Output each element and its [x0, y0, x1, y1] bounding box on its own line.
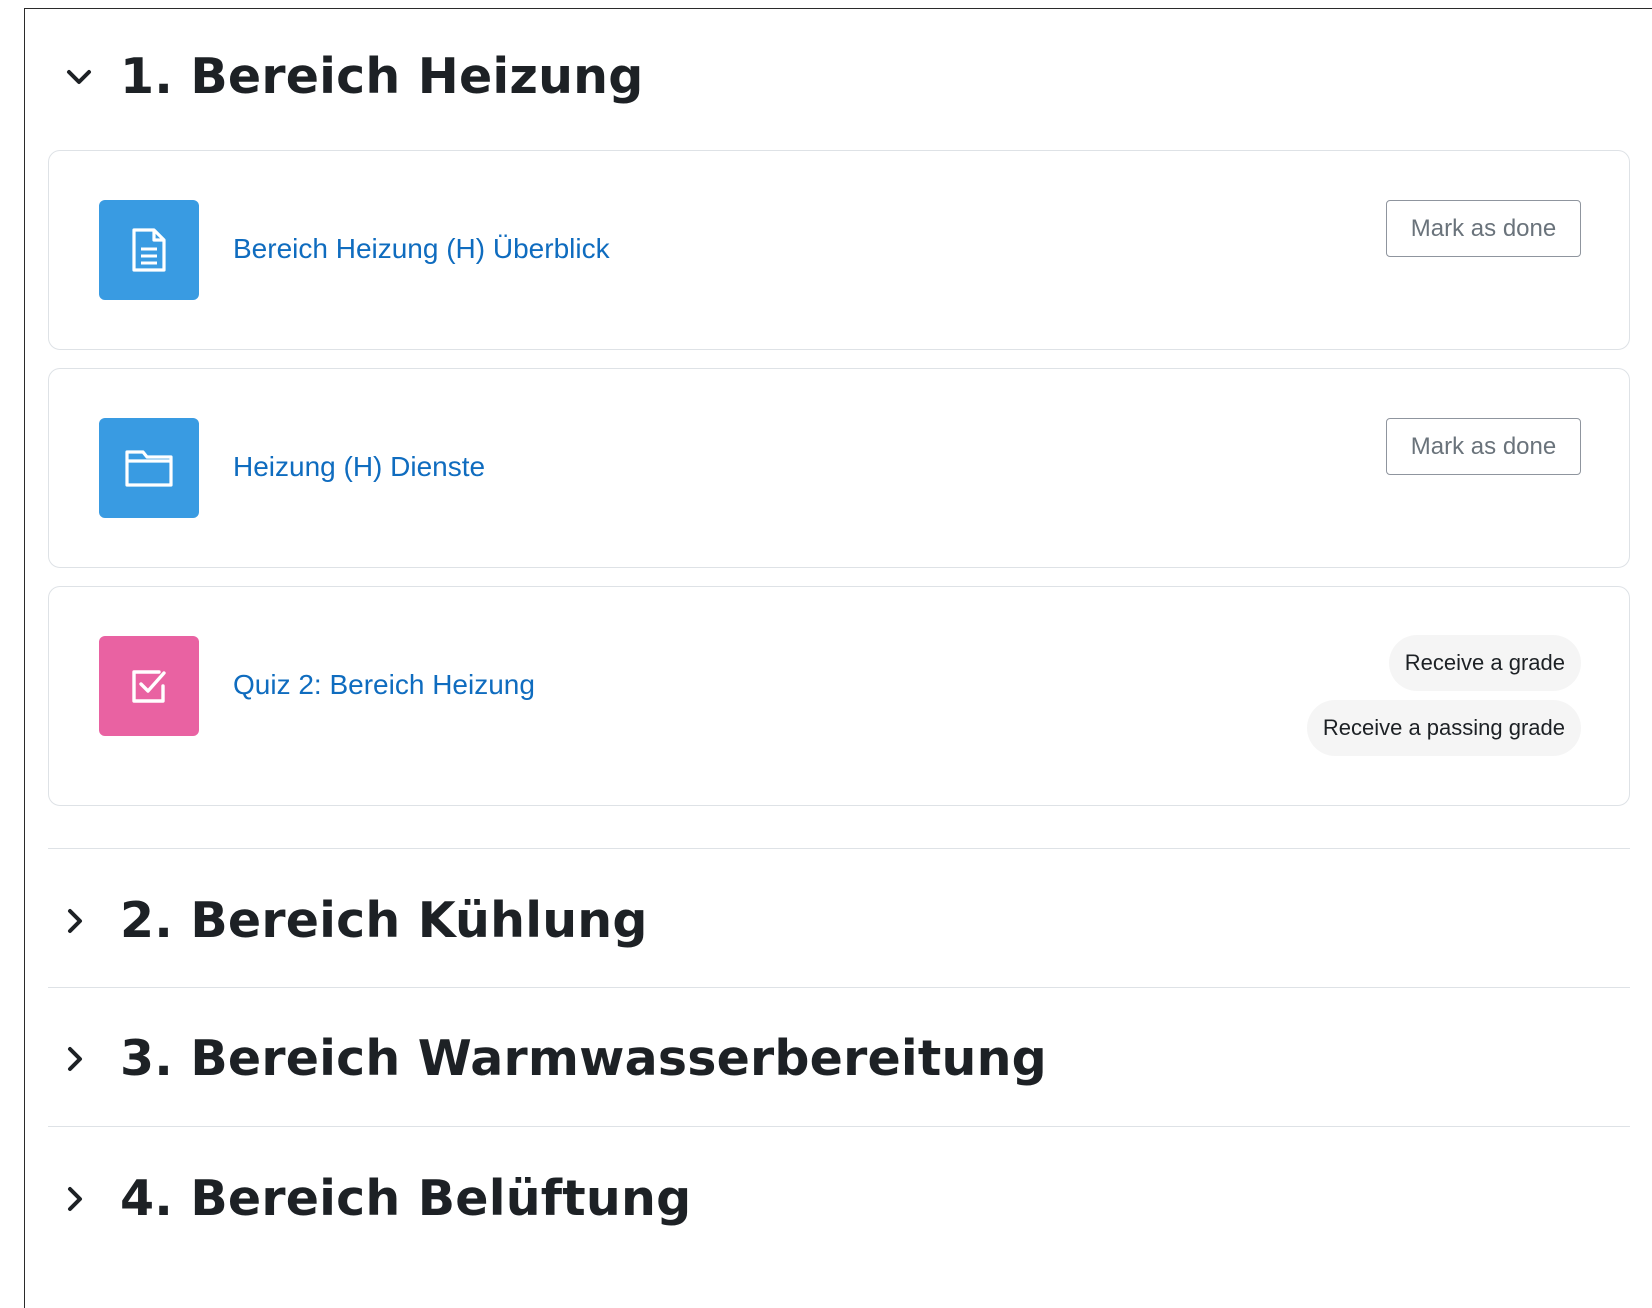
completion-badge: Receive a grade: [1388, 635, 1581, 691]
chevron-right-icon[interactable]: [66, 901, 106, 941]
activity-card: Heizung (H) Dienste Mark as done: [48, 368, 1630, 568]
section-header-4[interactable]: 4. Bereich Belüftung: [66, 1170, 691, 1227]
section-title[interactable]: 4. Bereich Belüftung: [120, 1170, 691, 1227]
chevron-right-icon[interactable]: [66, 1039, 106, 1079]
mark-as-done-button[interactable]: Mark as done: [1386, 200, 1581, 257]
mark-as-done-button[interactable]: Mark as done: [1386, 418, 1581, 475]
activity-card: Bereich Heizung (H) Überblick Mark as do…: [48, 150, 1630, 350]
completion-badge: Receive a passing grade: [1306, 700, 1581, 756]
section-divider: [48, 848, 1630, 849]
section-title[interactable]: 3. Bereich Warmwasserbereitung: [120, 1030, 1047, 1087]
quiz-icon: [99, 636, 199, 736]
activity-link[interactable]: Bereich Heizung (H) Überblick: [233, 233, 610, 265]
folder-icon: [99, 418, 199, 518]
page-icon: [99, 200, 199, 300]
activity-link[interactable]: Quiz 2: Bereich Heizung: [233, 669, 535, 701]
activity-card: Quiz 2: Bereich Heizung Receive a grade …: [48, 586, 1630, 806]
section-title[interactable]: 1. Bereich Heizung: [120, 48, 644, 105]
section-divider: [48, 987, 1630, 988]
chevron-right-icon[interactable]: [66, 1179, 106, 1219]
section-header-2[interactable]: 2. Bereich Kühlung: [66, 892, 648, 949]
activity-link[interactable]: Heizung (H) Dienste: [233, 451, 485, 483]
section-header-3[interactable]: 3. Bereich Warmwasserbereitung: [66, 1030, 1047, 1087]
chevron-down-icon[interactable]: [66, 57, 106, 97]
section-divider: [48, 1126, 1630, 1127]
section-title[interactable]: 2. Bereich Kühlung: [120, 892, 648, 949]
section-header-1[interactable]: 1. Bereich Heizung: [66, 48, 644, 105]
